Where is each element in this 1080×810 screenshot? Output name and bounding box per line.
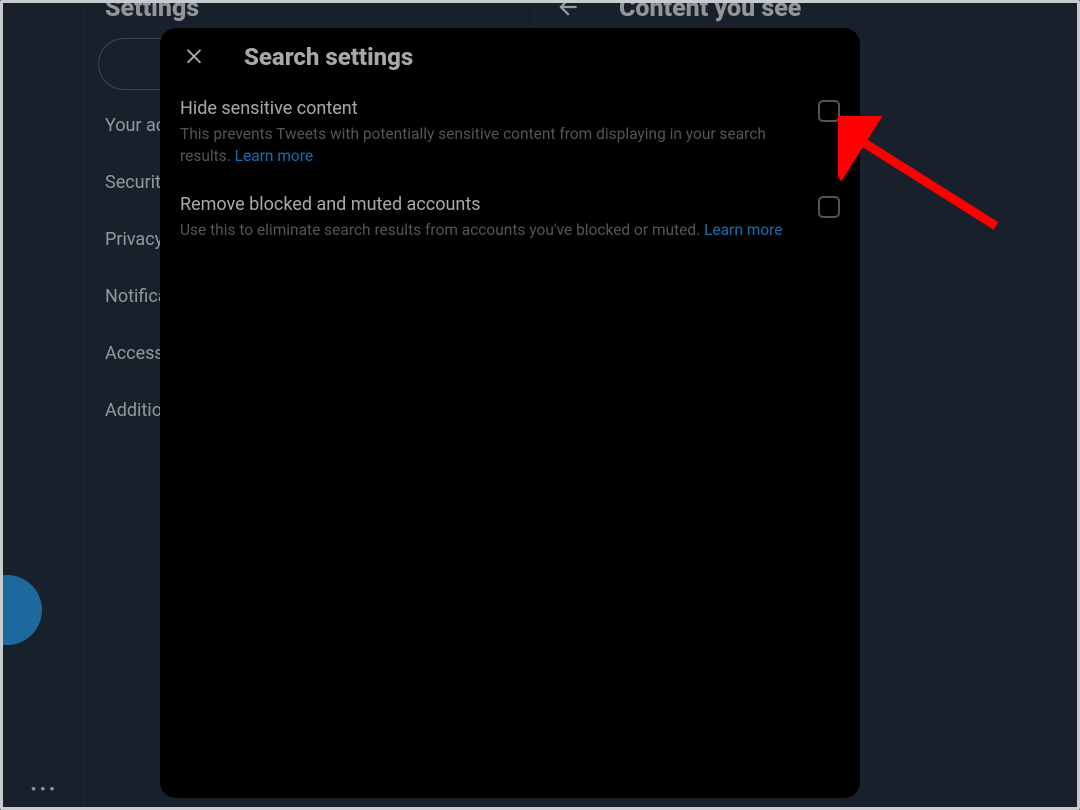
close-button[interactable] <box>174 37 214 77</box>
option-description: Use this to eliminate search results fro… <box>180 219 804 241</box>
modal-title: Search settings <box>244 43 413 71</box>
option-hide-sensitive: Hide sensitive content This prevents Twe… <box>160 86 860 182</box>
modal-header: Search settings <box>160 28 860 86</box>
close-icon <box>183 44 205 70</box>
option-title: Remove blocked and muted accounts <box>180 194 804 215</box>
option-title: Hide sensitive content <box>180 98 804 119</box>
stage: ··· Settings Your account Security and a… <box>0 0 1080 810</box>
hide-sensitive-checkbox[interactable] <box>818 100 840 122</box>
search-settings-modal: Search settings Hide sensitive content T… <box>160 28 860 798</box>
option-texts: Hide sensitive content This prevents Twe… <box>180 98 818 168</box>
option-description: This prevents Tweets with potentially se… <box>180 123 804 168</box>
learn-more-link[interactable]: Learn more <box>235 147 313 165</box>
remove-blocked-checkbox[interactable] <box>818 196 840 218</box>
learn-more-link[interactable]: Learn more <box>704 221 782 239</box>
option-remove-blocked: Remove blocked and muted accounts Use th… <box>160 182 860 255</box>
option-texts: Remove blocked and muted accounts Use th… <box>180 194 818 241</box>
